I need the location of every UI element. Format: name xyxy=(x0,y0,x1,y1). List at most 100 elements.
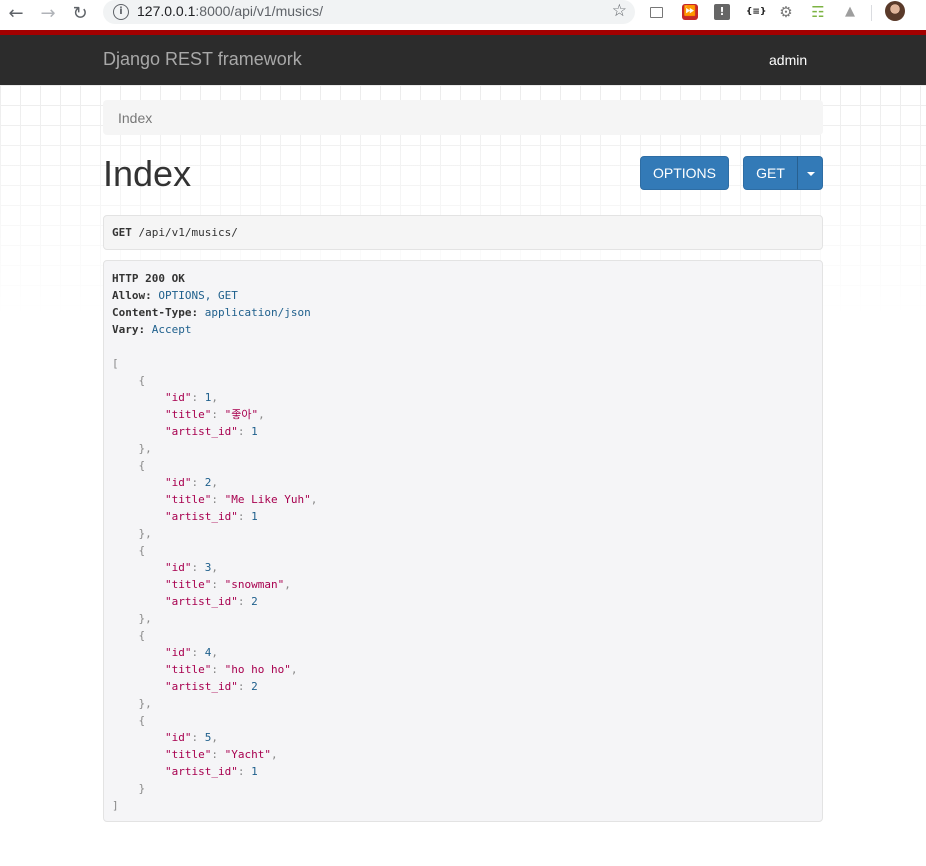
header-value: application/json xyxy=(204,306,311,319)
json-key: "artist_id" xyxy=(164,510,238,523)
back-arrow-icon[interactable]: ← xyxy=(4,2,28,26)
json-field-id: "id": 4, xyxy=(164,646,218,659)
request-path: /api/v1/musics/ xyxy=(138,226,238,239)
json-string: snowman xyxy=(231,578,278,591)
brand-link[interactable]: Django REST framework xyxy=(103,49,302,70)
json-number: 1 xyxy=(251,425,258,438)
json-field-title: "title": "snowman", xyxy=(164,578,291,591)
json-key: "id" xyxy=(164,476,192,489)
json-object-open: { xyxy=(138,544,146,557)
json-string: ho ho ho xyxy=(231,663,285,676)
json-number: 2 xyxy=(251,680,258,693)
json-content: [ { "id": 1, "title": "좋아", "artist_id":… xyxy=(112,355,317,814)
json-field-title: "title": "좋아", xyxy=(164,408,265,421)
address-url[interactable]: 127.0.0.1:8000/api/v1/musics/ xyxy=(137,3,323,19)
get-format-dropdown-button[interactable] xyxy=(797,156,823,190)
json-field-id: "id": 2, xyxy=(164,476,218,489)
json-key: "id" xyxy=(164,731,192,744)
json-string: 좋아 xyxy=(231,408,252,421)
json-object-open: { xyxy=(138,714,146,727)
json-field-artist-id: "artist_id": 2 xyxy=(164,680,258,693)
header-content-type: Content-Type: application/json xyxy=(112,306,311,319)
json-key: "title" xyxy=(164,408,212,421)
page-title: Index xyxy=(103,153,192,194)
json-field-id: "id": 5, xyxy=(164,731,218,744)
json-number: 1 xyxy=(251,510,258,523)
address-bar[interactable]: i 127.0.0.1:8000/api/v1/musics/ ☆ xyxy=(103,0,635,24)
info-extension-icon[interactable]: ! xyxy=(714,4,730,20)
json-key: "artist_id" xyxy=(164,425,238,438)
json-key: "id" xyxy=(164,561,192,574)
header-name: Allow xyxy=(112,289,146,302)
json-key: "artist_id" xyxy=(164,765,238,778)
response-body: HTTP 200 OK Allow: OPTIONS, GET Content-… xyxy=(112,270,317,814)
json-viewer-extension-icon[interactable]: {≡} xyxy=(746,4,766,20)
request-line: GET /api/v1/musics/ xyxy=(112,226,238,239)
status-text: HTTP 200 OK xyxy=(112,272,185,285)
response-panel: HTTP 200 OK Allow: OPTIONS, GET Content-… xyxy=(103,260,823,822)
json-number: 1 xyxy=(251,765,258,778)
json-key: "artist_id" xyxy=(164,595,238,608)
json-field-artist-id: "artist_id": 2 xyxy=(164,595,258,608)
reload-icon[interactable]: ↻ xyxy=(68,2,92,26)
json-field-id: "id": 3, xyxy=(164,561,218,574)
json-object-close: }, xyxy=(138,527,152,540)
json-key: "title" xyxy=(164,663,212,676)
json-field-artist-id: "artist_id": 1 xyxy=(164,425,258,438)
header-value: OPTIONS, GET xyxy=(158,289,238,302)
url-host: 127.0.0.1 xyxy=(137,3,196,19)
caret-down-icon xyxy=(807,172,815,176)
network-extension-icon[interactable]: ▲ xyxy=(842,4,858,20)
status-line: HTTP 200 OK xyxy=(112,270,317,287)
json-number: 2 xyxy=(251,595,258,608)
json-field-title: "title": "Me Like Yuh", xyxy=(164,493,318,506)
json-object-close: }, xyxy=(138,612,152,625)
json-string: Yacht xyxy=(231,748,265,761)
json-key: "title" xyxy=(164,748,212,761)
forward-arrow-icon[interactable]: → xyxy=(36,2,60,26)
json-field-artist-id: "artist_id": 1 xyxy=(164,765,258,778)
json-object-open: { xyxy=(138,459,146,472)
gear-extension-icon[interactable]: ⚙ xyxy=(778,4,794,20)
request-method: GET xyxy=(112,226,132,239)
json-object-close: }, xyxy=(138,442,152,455)
header-value: Accept xyxy=(151,323,192,336)
json-object-close: } xyxy=(138,782,146,795)
get-button[interactable]: GET xyxy=(743,156,798,190)
json-object-open: { xyxy=(138,629,146,642)
options-button[interactable]: OPTIONS xyxy=(640,156,729,190)
json-key: "title" xyxy=(164,493,212,506)
json-key: "id" xyxy=(164,391,192,404)
json-open-bracket: [ xyxy=(112,357,119,370)
json-close-bracket: ] xyxy=(112,799,119,812)
breadcrumb-item-index[interactable]: Index xyxy=(118,110,152,126)
url-path: :8000/api/v1/musics/ xyxy=(195,3,324,19)
json-field-artist-id: "artist_id": 1 xyxy=(164,510,258,523)
user-menu[interactable]: admin xyxy=(769,52,807,68)
json-string: Me Like Yuh xyxy=(231,493,305,506)
info-icon[interactable]: i xyxy=(113,4,129,20)
toolbar-divider xyxy=(871,5,872,21)
json-object-close: }, xyxy=(138,697,152,710)
json-key: "artist_id" xyxy=(164,680,238,693)
video-speed-extension-icon[interactable]: ⏩ xyxy=(682,4,698,20)
request-info: GET /api/v1/musics/ xyxy=(103,215,823,250)
json-field-id: "id": 1, xyxy=(164,391,218,404)
json-field-title: "title": "ho ho ho", xyxy=(164,663,298,676)
breadcrumb: Index xyxy=(103,100,823,135)
json-key: "title" xyxy=(164,578,212,591)
header-allow: Allow: OPTIONS, GET xyxy=(112,289,238,302)
bookmark-star-icon[interactable]: ☆ xyxy=(612,1,627,21)
browser-toolbar: ← → ↻ i 127.0.0.1:8000/api/v1/musics/ ☆ … xyxy=(0,0,926,30)
cast-extension-icon[interactable] xyxy=(650,7,663,18)
json-key: "id" xyxy=(164,646,192,659)
json-object-open: { xyxy=(138,374,146,387)
header-name: Vary xyxy=(112,323,139,336)
json-field-title: "title": "Yacht", xyxy=(164,748,278,761)
header-name: Content-Type xyxy=(112,306,192,319)
top-navbar: Django REST framework admin xyxy=(0,30,926,85)
header-vary: Vary: Accept xyxy=(112,323,192,336)
ladder-extension-icon[interactable]: ☶ xyxy=(810,4,826,20)
profile-avatar[interactable] xyxy=(885,1,905,21)
